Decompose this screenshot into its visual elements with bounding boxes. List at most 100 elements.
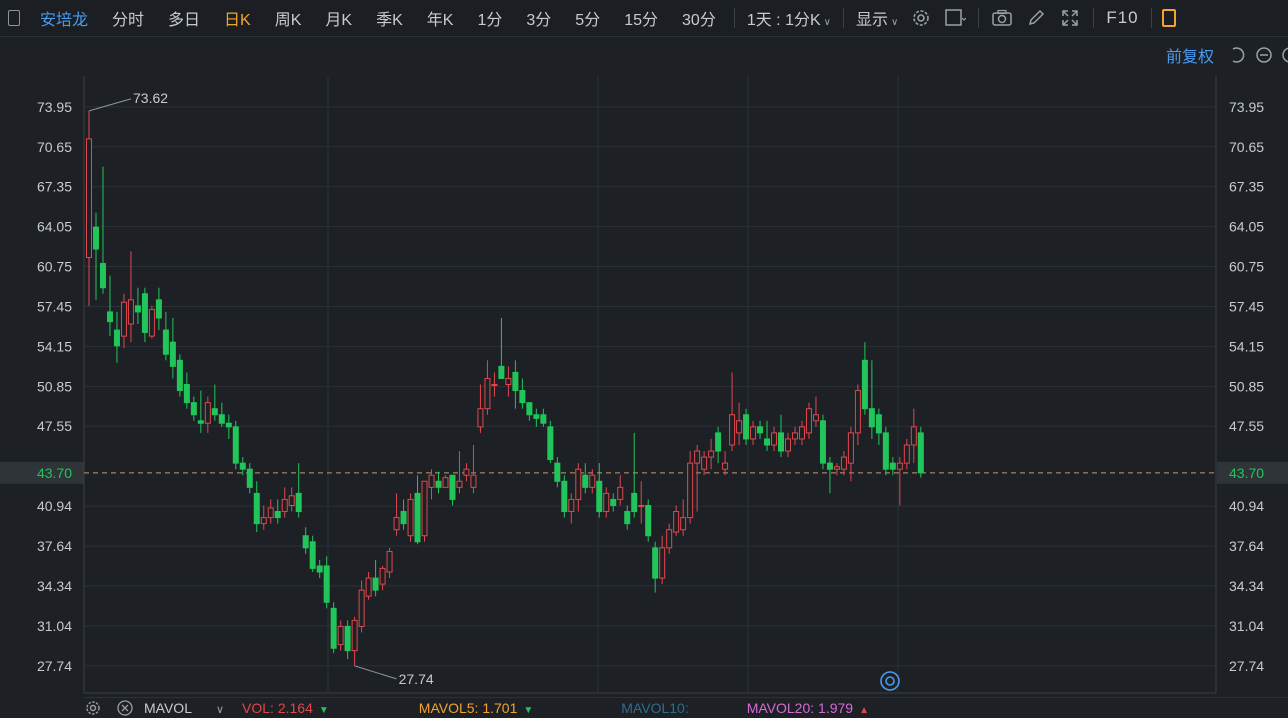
tab-季K[interactable]: 季K bbox=[364, 6, 415, 30]
candle-body bbox=[861, 359, 868, 410]
candle-body bbox=[596, 480, 603, 513]
candle-body bbox=[351, 619, 358, 652]
candle-body bbox=[868, 408, 875, 428]
candle-body bbox=[414, 492, 421, 543]
y-tick-label-right: 34.34 bbox=[1229, 578, 1264, 594]
candle-body bbox=[812, 414, 819, 422]
gear-icon[interactable] bbox=[84, 699, 102, 717]
mavol5-value: MAVOL5: 1.701 ▼ bbox=[419, 700, 533, 716]
expand-icon bbox=[1062, 10, 1079, 26]
candle-body bbox=[889, 462, 896, 470]
y-tick-label-right: 70.65 bbox=[1229, 139, 1264, 155]
candlestick-chart[interactable]: 73.95 73.95 70.65 70.65 67.35 67.35 64.05 64.05… bbox=[0, 36, 1288, 697]
candle-body bbox=[204, 402, 211, 424]
y-tick-label-right: 57.45 bbox=[1229, 298, 1264, 314]
candle-body bbox=[743, 414, 750, 440]
candle-body bbox=[309, 541, 316, 569]
candle-body bbox=[470, 474, 477, 488]
candle-body bbox=[477, 408, 484, 428]
candle-body bbox=[729, 414, 736, 446]
candle-body bbox=[155, 299, 162, 319]
up-arrow-icon: ▲ bbox=[859, 705, 869, 716]
tab-15分[interactable]: 15分 bbox=[612, 6, 670, 30]
close-icon[interactable] bbox=[116, 699, 134, 717]
candle-body bbox=[435, 480, 442, 488]
candle-body bbox=[302, 535, 309, 549]
chevron-down-icon: ∨ bbox=[215, 704, 225, 716]
tab-分时[interactable]: 分时 bbox=[100, 6, 156, 30]
candle-body bbox=[526, 402, 533, 416]
toolbar: 安培龙 分时 多日 日K 周K 月K 季K 年K 1分 3分 5分 15分 30分 1天 : 1分K ∨… bbox=[0, 0, 1288, 37]
y-tick-label-left: 73.95 bbox=[37, 99, 72, 115]
y-tick-label-right: 43.70 bbox=[1229, 465, 1264, 481]
candle-body bbox=[113, 329, 120, 347]
candle-body bbox=[456, 480, 463, 488]
candle-body bbox=[673, 511, 680, 533]
candle-body bbox=[638, 504, 645, 507]
y-tick-label-right: 54.15 bbox=[1229, 338, 1264, 354]
candle-body bbox=[274, 511, 281, 519]
y-tick-label-right: 37.64 bbox=[1229, 538, 1264, 554]
y-tick-label-left: 40.94 bbox=[37, 498, 72, 514]
fullscreen-button[interactable] bbox=[1057, 5, 1083, 31]
toolbar-divider bbox=[842, 8, 844, 28]
event-marker-icon-inner bbox=[885, 676, 895, 686]
y-tick-label-left: 54.15 bbox=[37, 338, 72, 354]
gear-icon bbox=[913, 10, 930, 26]
display-select[interactable]: 显示 ∨ bbox=[850, 6, 904, 30]
y-tick-label-right: 60.75 bbox=[1229, 259, 1264, 275]
min-price-leader bbox=[354, 665, 397, 680]
candle-body bbox=[896, 462, 903, 470]
candle-body bbox=[666, 529, 673, 549]
candle-body bbox=[260, 517, 267, 525]
draw-button[interactable] bbox=[1023, 5, 1049, 31]
candle-body bbox=[407, 498, 414, 537]
toolbar-divider bbox=[733, 8, 735, 28]
candle-body bbox=[92, 226, 99, 250]
tab-日K[interactable]: 日K bbox=[212, 6, 263, 30]
candle-body bbox=[791, 432, 798, 440]
candle-body bbox=[589, 474, 596, 488]
candle-body bbox=[106, 311, 113, 323]
panel-toggle-icon[interactable] bbox=[1161, 9, 1176, 27]
sidebar-toggle-icon[interactable] bbox=[8, 10, 20, 26]
tab-年K[interactable]: 年K bbox=[415, 6, 466, 30]
tab-1分[interactable]: 1分 bbox=[465, 6, 514, 30]
down-arrow-icon: ▼ bbox=[523, 705, 534, 716]
candle-body bbox=[225, 422, 232, 428]
tab-周K[interactable]: 周K bbox=[263, 6, 314, 30]
candle-body bbox=[86, 138, 92, 258]
candle-body bbox=[652, 547, 659, 579]
candle-body bbox=[428, 474, 435, 488]
indicator-select[interactable]: MAVOL ∨ bbox=[144, 700, 224, 716]
y-tick-label-left: 50.85 bbox=[37, 378, 72, 394]
settings-button[interactable] bbox=[908, 5, 934, 31]
tab-30分[interactable]: 30分 bbox=[670, 6, 728, 30]
candle-body bbox=[400, 511, 407, 525]
candle-body bbox=[484, 377, 491, 410]
vol-text: VOL: 2.164 bbox=[242, 700, 313, 716]
volume-indicator-bar: MAVOL ∨ VOL: 2.164 ▼ MAVOL5: 1.701 ▼ MAVOL1… bbox=[84, 697, 1288, 718]
candle-body bbox=[449, 474, 456, 500]
mavol5-text: MAVOL5: 1.701 bbox=[418, 700, 518, 716]
candle-body bbox=[882, 432, 889, 470]
candle-body bbox=[512, 371, 519, 392]
tab-5分[interactable]: 5分 bbox=[563, 6, 612, 30]
candle-body bbox=[680, 517, 687, 531]
tab-3分[interactable]: 3分 bbox=[514, 6, 563, 30]
layout-button[interactable] bbox=[942, 5, 968, 31]
candle-body bbox=[323, 565, 330, 603]
candle-body bbox=[840, 456, 847, 470]
screenshot-button[interactable] bbox=[989, 5, 1015, 31]
candle-body bbox=[771, 432, 778, 446]
tab-多日[interactable]: 多日 bbox=[156, 6, 212, 30]
toolbar-divider bbox=[1093, 8, 1095, 28]
tab-月K[interactable]: 月K bbox=[313, 6, 364, 30]
y-tick-label-left: 70.65 bbox=[37, 139, 72, 155]
f10-button[interactable]: F10 bbox=[1100, 8, 1144, 28]
square-icon bbox=[945, 9, 967, 26]
y-tick-label-left: 34.34 bbox=[37, 578, 72, 594]
period-select[interactable]: 1天 : 1分K ∨ bbox=[741, 6, 837, 30]
period-tabs: 分时 多日 日K 周K 月K 季K 年K 1分 3分 5分 15分 30分 bbox=[100, 6, 728, 30]
stock-name[interactable]: 安培龙 bbox=[36, 6, 100, 30]
